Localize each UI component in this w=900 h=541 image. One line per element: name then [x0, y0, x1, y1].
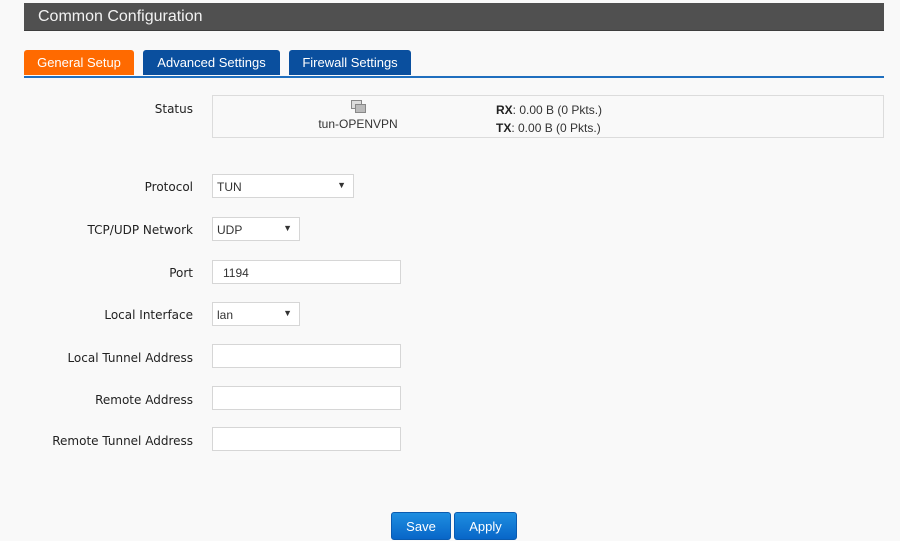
- tab-bar: General Setup Advanced Settings Firewall…: [24, 50, 884, 78]
- remote-tunnel-address-input[interactable]: [212, 427, 401, 451]
- tab-firewall-settings[interactable]: Firewall Settings: [289, 50, 411, 75]
- protocol-label: Protocol: [144, 180, 193, 194]
- chevron-down-icon: ▼: [337, 180, 346, 190]
- local-tunnel-address-input[interactable]: [212, 344, 401, 368]
- chevron-down-icon: ▼: [283, 223, 292, 233]
- local-interface-select[interactable]: lan ▼: [212, 302, 300, 326]
- page-title: Common Configuration: [38, 8, 203, 25]
- rx-stat: RX: 0.00 B (0 Pkts.): [496, 103, 603, 117]
- network-select[interactable]: UDP ▼: [212, 217, 300, 241]
- section-header: Common Configuration: [24, 3, 884, 31]
- apply-button[interactable]: Apply: [454, 512, 517, 540]
- chevron-down-icon: ▼: [283, 308, 292, 318]
- traffic-stats: RX: 0.00 B (0 Pkts.) TX: 0.00 B (0 Pkts.…: [496, 101, 602, 137]
- save-button[interactable]: Save: [391, 512, 451, 540]
- local-interface-label: Local Interface: [104, 308, 193, 322]
- status-label: Status: [154, 102, 193, 116]
- protocol-select[interactable]: TUN ▼: [212, 174, 354, 198]
- network-interface-icon: [350, 100, 366, 114]
- tab-advanced-settings[interactable]: Advanced Settings: [143, 50, 280, 75]
- remote-tunnel-address-label: Remote Tunnel Address: [52, 434, 193, 448]
- interface-info: tun-OPENVPN: [308, 100, 408, 131]
- port-label: Port: [169, 266, 193, 280]
- interface-name: tun-OPENVPN: [318, 117, 398, 131]
- remote-address-input[interactable]: [212, 386, 401, 410]
- tab-general-setup[interactable]: General Setup: [24, 50, 134, 75]
- status-panel: tun-OPENVPN RX: 0.00 B (0 Pkts.) TX: 0.0…: [212, 95, 884, 138]
- network-label: TCP/UDP Network: [87, 223, 193, 237]
- port-input[interactable]: 1194: [212, 260, 401, 284]
- remote-address-label: Remote Address: [95, 393, 193, 407]
- tx-stat: TX: 0.00 B (0 Pkts.): [496, 121, 601, 135]
- local-tunnel-address-label: Local Tunnel Address: [67, 351, 193, 365]
